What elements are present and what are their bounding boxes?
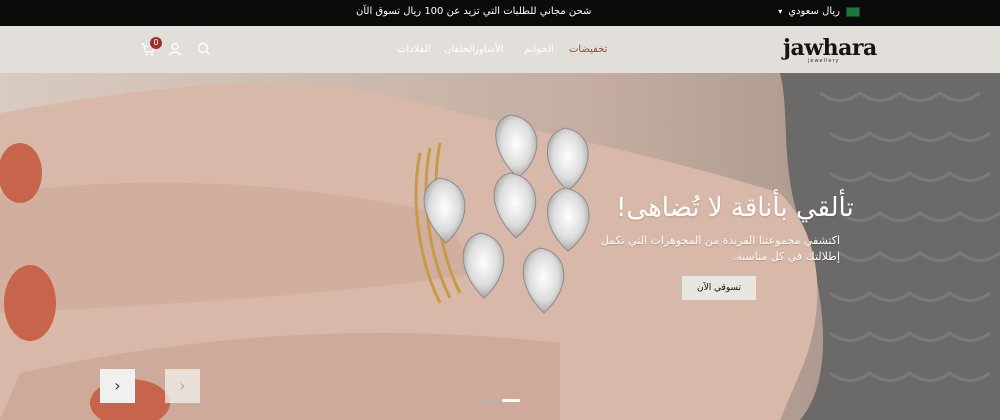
hero-slider: تألقي بأناقة لا تُضاهى! اكتشفي مجموعتنا … xyxy=(0,73,1000,420)
shop-now-button[interactable]: تسوقي الآن xyxy=(682,276,756,300)
nav-sale[interactable]: تخفيضات xyxy=(569,44,607,55)
chevron-left-icon: › xyxy=(179,376,186,395)
chevron-down-icon: ▾ xyxy=(778,7,783,16)
announcement-bar: شحن مجاني للطلبات التي تزيد عن 100 ريال … xyxy=(0,0,1000,26)
slider-dot-active[interactable] xyxy=(502,399,520,402)
nav-rings[interactable]: الخواتم xyxy=(524,44,554,55)
nav-earrings[interactable]: الحلقان xyxy=(444,44,475,55)
nav-necklaces[interactable]: القلادات xyxy=(397,44,431,55)
search-icon[interactable] xyxy=(195,40,213,58)
currency-selector[interactable]: ريال سعودي ▾ xyxy=(772,6,860,17)
currency-label: ريال سعودي xyxy=(788,6,840,17)
saudi-flag-icon xyxy=(846,6,860,17)
hero-image xyxy=(0,73,1000,420)
nav-bracelets[interactable]: الأساور xyxy=(474,44,504,55)
site-header: jawhara jewellery تخفيضات الخواتم الأساو… xyxy=(0,26,1000,73)
hero-heading: تألقي بأناقة لا تُضاهى! xyxy=(616,193,854,223)
logo-subtitle: jewellery xyxy=(808,58,840,64)
hero-subtitle: اكتشفي مجموعتنا الفريدة من المجوهرات الت… xyxy=(600,234,840,263)
promo-text[interactable]: شحن مجاني للطلبات التي تزيد عن 100 ريال … xyxy=(356,6,591,17)
slider-prev-button[interactable]: › xyxy=(100,369,135,403)
user-icon[interactable] xyxy=(166,40,184,58)
slider-dot[interactable] xyxy=(480,399,498,402)
slider-next-button[interactable]: › xyxy=(165,369,200,403)
chevron-right-icon: › xyxy=(114,376,121,395)
cart-count-badge: 0 xyxy=(150,37,162,49)
